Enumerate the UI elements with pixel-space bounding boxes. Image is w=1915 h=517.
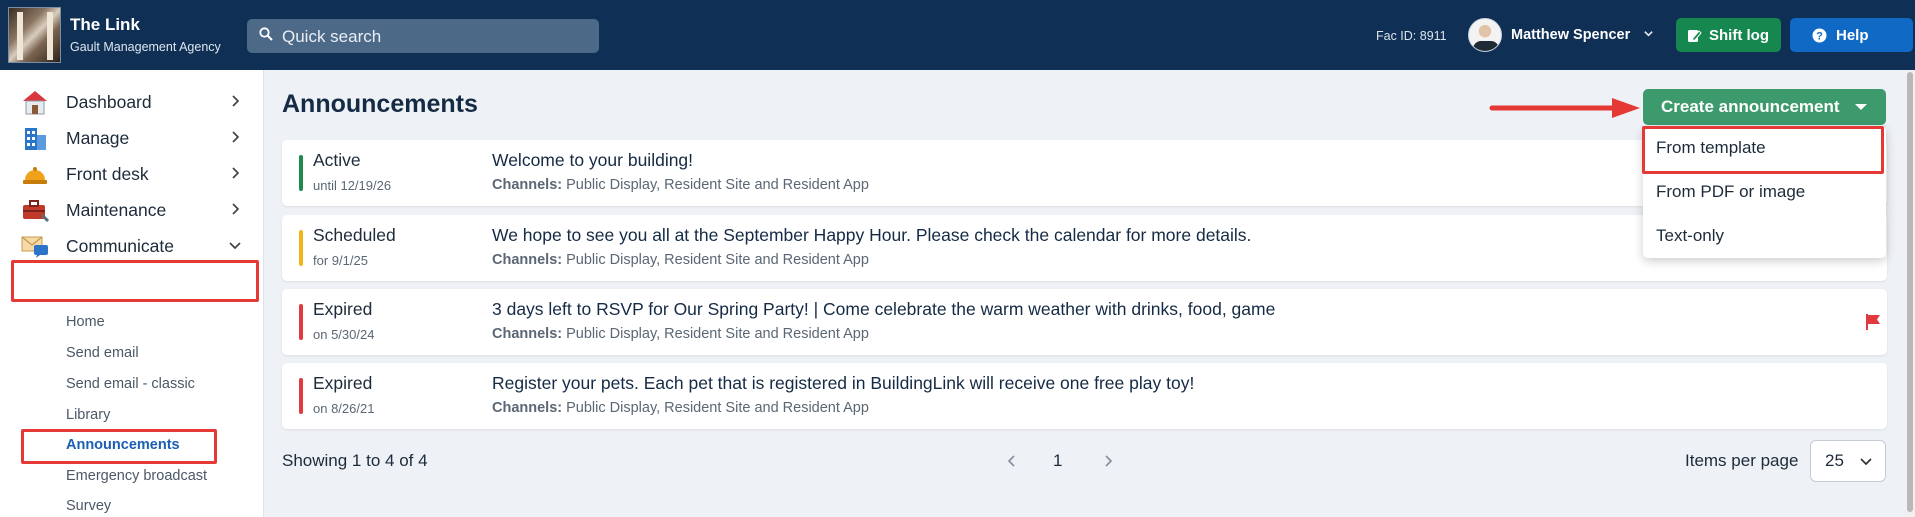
create-announcement-button[interactable]: Create announcement (1643, 89, 1886, 125)
chevron-left-icon[interactable] (1004, 453, 1020, 469)
sidebar-item-manage[interactable]: Manage (0, 120, 264, 156)
question-circle-icon: ? (1812, 28, 1827, 43)
sidebar-item-label: Front desk (66, 164, 149, 184)
quick-search-input[interactable]: Quick search (247, 19, 599, 53)
sidebar-sub-item-emergency-broadcast[interactable]: Emergency broadcast (66, 468, 207, 484)
sidebar-sub-item-home[interactable]: Home (66, 314, 105, 330)
house-icon (23, 91, 47, 115)
announcement-status: Active (313, 150, 361, 170)
announcement-title[interactable]: Register your pets. Each pet that is reg… (492, 373, 1194, 394)
chevron-right-icon (232, 95, 240, 107)
sidebar-item-front-desk[interactable]: Front desk (0, 156, 264, 192)
facility-id: Fac ID: 8911 (1376, 29, 1447, 43)
caret-down-icon (1855, 104, 1867, 110)
create-announcement-label: Create announcement (1661, 97, 1840, 116)
sidebar-item-label: Communicate (66, 236, 174, 256)
search-placeholder: Quick search (282, 27, 382, 46)
shift-log-button[interactable]: Shift log (1676, 18, 1781, 52)
announcement-channels: Channels: Public Display, Resident Site … (492, 400, 869, 416)
announcement-card[interactable]: Expired on 5/30/24 3 days left to RSVP f… (282, 289, 1887, 355)
items-per-page-value: 25 (1825, 451, 1844, 470)
svg-text:?: ? (1816, 31, 1823, 43)
pagination-summary: Showing 1 to 4 of 4 (282, 451, 428, 470)
announcement-date: for 9/1/25 (313, 253, 368, 268)
highlight-announcements (21, 429, 217, 464)
chevron-right-icon[interactable] (1100, 453, 1116, 469)
chevron-right-icon (232, 167, 240, 179)
items-per-page-label: Items per page (1685, 451, 1799, 470)
top-bar: The Link Gault Management Agency Quick s… (0, 0, 1915, 70)
page-number[interactable]: 1 (1053, 451, 1062, 471)
announcement-title[interactable]: We hope to see you all at the September … (492, 225, 1251, 246)
help-button[interactable]: ? Help (1790, 18, 1913, 52)
sidebar-item-label: Dashboard (66, 92, 152, 112)
sidebar-sub-item-survey[interactable]: Survey (66, 498, 111, 514)
announcement-title[interactable]: Welcome to your building! (492, 150, 693, 171)
menu-item-from-pdf-or-image[interactable]: From PDF or image (1656, 182, 1805, 202)
highlight-communicate (11, 260, 259, 302)
announcement-status: Expired (313, 373, 373, 393)
toolbox-icon (23, 200, 50, 223)
user-name[interactable]: Matthew Spencer (1511, 27, 1630, 43)
announcement-channels: Channels: Public Display, Resident Site … (492, 326, 869, 342)
announcement-title[interactable]: 3 days left to RSVP for Our Spring Party… (492, 299, 1275, 320)
chevron-down-icon (1860, 458, 1872, 466)
service-bell-icon (23, 167, 47, 184)
highlight-from-template (1642, 126, 1884, 174)
announcement-status: Expired (313, 299, 373, 319)
status-indicator-bar (299, 304, 303, 340)
mail-chat-icon (21, 236, 48, 258)
menu-item-text-only[interactable]: Text-only (1656, 226, 1724, 246)
sidebar-item-label: Manage (66, 128, 130, 148)
sidebar-sub-item-send-email-classic[interactable]: Send email - classic (66, 376, 195, 392)
sidebar-item-communicate[interactable]: Communicate (0, 228, 264, 264)
items-per-page-select[interactable]: 25 (1810, 440, 1886, 482)
announcement-channels: Channels: Public Display, Resident Site … (492, 177, 869, 193)
announcement-date: on 8/26/21 (313, 401, 375, 416)
announcement-date: on 5/30/24 (313, 327, 375, 342)
flag-icon[interactable] (1864, 313, 1882, 331)
announcement-date: until 12/19/26 (313, 178, 392, 193)
sidebar-item-maintenance[interactable]: Maintenance (0, 192, 264, 228)
sidebar-sub-item-send-email[interactable]: Send email (66, 345, 139, 361)
brand-subtitle: Gault Management Agency (70, 40, 221, 54)
help-label: Help (1836, 27, 1869, 44)
sidebar-sub-item-library[interactable]: Library (66, 407, 110, 423)
user-avatar[interactable] (1468, 18, 1502, 52)
search-icon (259, 27, 273, 41)
shift-log-label: Shift log (1709, 27, 1769, 44)
status-indicator-bar (299, 230, 303, 266)
sidebar-item-dashboard[interactable]: Dashboard (0, 84, 264, 120)
buildings-icon (25, 128, 46, 150)
notebook-pen-icon (1688, 30, 1702, 42)
status-indicator-bar (299, 155, 303, 191)
annotation-arrow-icon (1489, 98, 1640, 118)
chevron-down-icon (229, 242, 241, 250)
building-logo[interactable] (8, 7, 61, 63)
chevron-right-icon (232, 203, 240, 215)
announcement-card[interactable]: Expired on 8/26/21 Register your pets. E… (282, 363, 1887, 429)
announcement-status: Scheduled (313, 225, 396, 245)
scrollbar-thumb[interactable] (1907, 72, 1913, 512)
sidebar-item-label: Maintenance (66, 200, 167, 220)
page-title: Announcements (282, 90, 478, 118)
brand-title: The Link (70, 15, 140, 34)
announcement-channels: Channels: Public Display, Resident Site … (492, 252, 869, 268)
chevron-right-icon (232, 131, 240, 143)
chevron-down-icon[interactable] (1643, 28, 1654, 42)
status-indicator-bar (299, 378, 303, 414)
